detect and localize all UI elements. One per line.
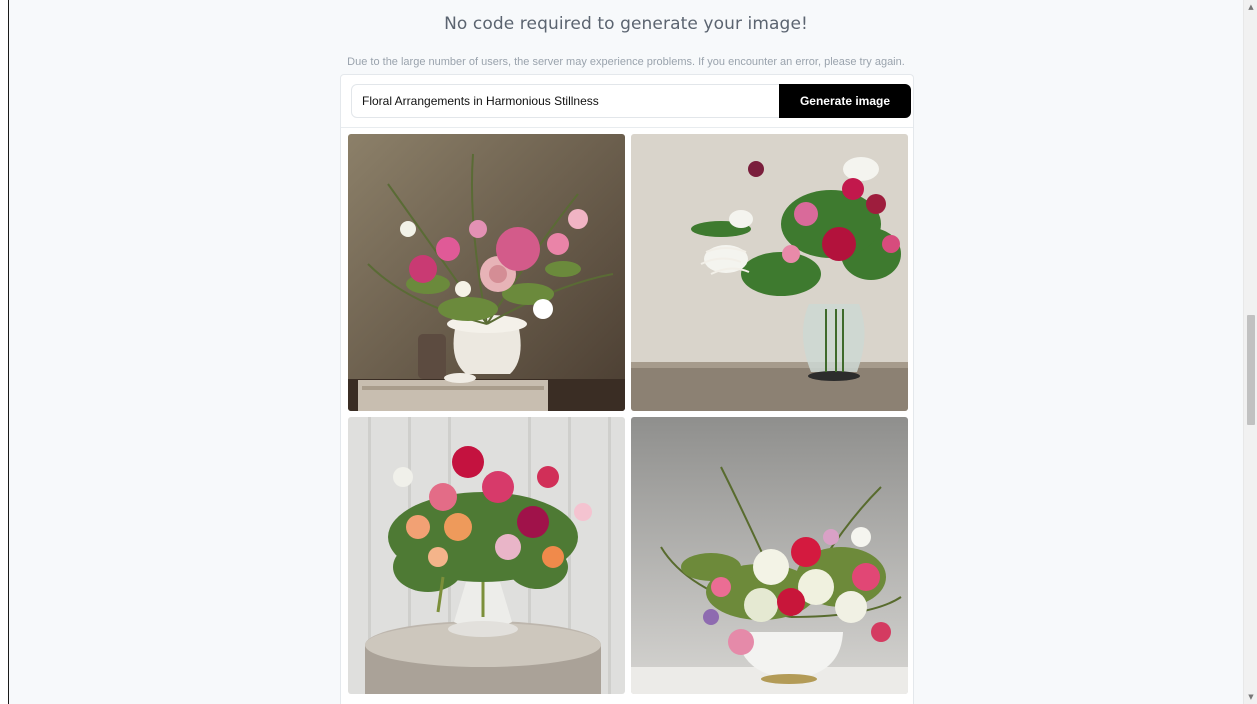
prompt-field[interactable]: Generate image: [351, 84, 911, 118]
generator-card: Generate image: [340, 74, 914, 704]
scroll-up-icon[interactable]: ▲: [1244, 0, 1257, 14]
scroll-down-icon[interactable]: ▼: [1244, 690, 1257, 704]
prompt-input[interactable]: [362, 85, 762, 117]
page-headline: No code required to generate your image!: [444, 14, 808, 34]
card-divider: [341, 127, 913, 128]
generate-image-button[interactable]: Generate image: [779, 84, 911, 118]
scrollbar-thumb[interactable]: [1247, 315, 1255, 425]
server-notice: Due to the large number of users, the se…: [347, 56, 905, 68]
page-content: No code required to generate your image!…: [9, 0, 1243, 704]
generated-image-3[interactable]: [348, 417, 625, 694]
generated-image-4[interactable]: [631, 417, 908, 694]
browser-viewport: No code required to generate your image!…: [0, 0, 1257, 704]
generated-image-2[interactable]: [631, 134, 908, 411]
vertical-scrollbar[interactable]: ▲ ▼: [1243, 0, 1257, 704]
generated-image-1[interactable]: [348, 134, 625, 411]
